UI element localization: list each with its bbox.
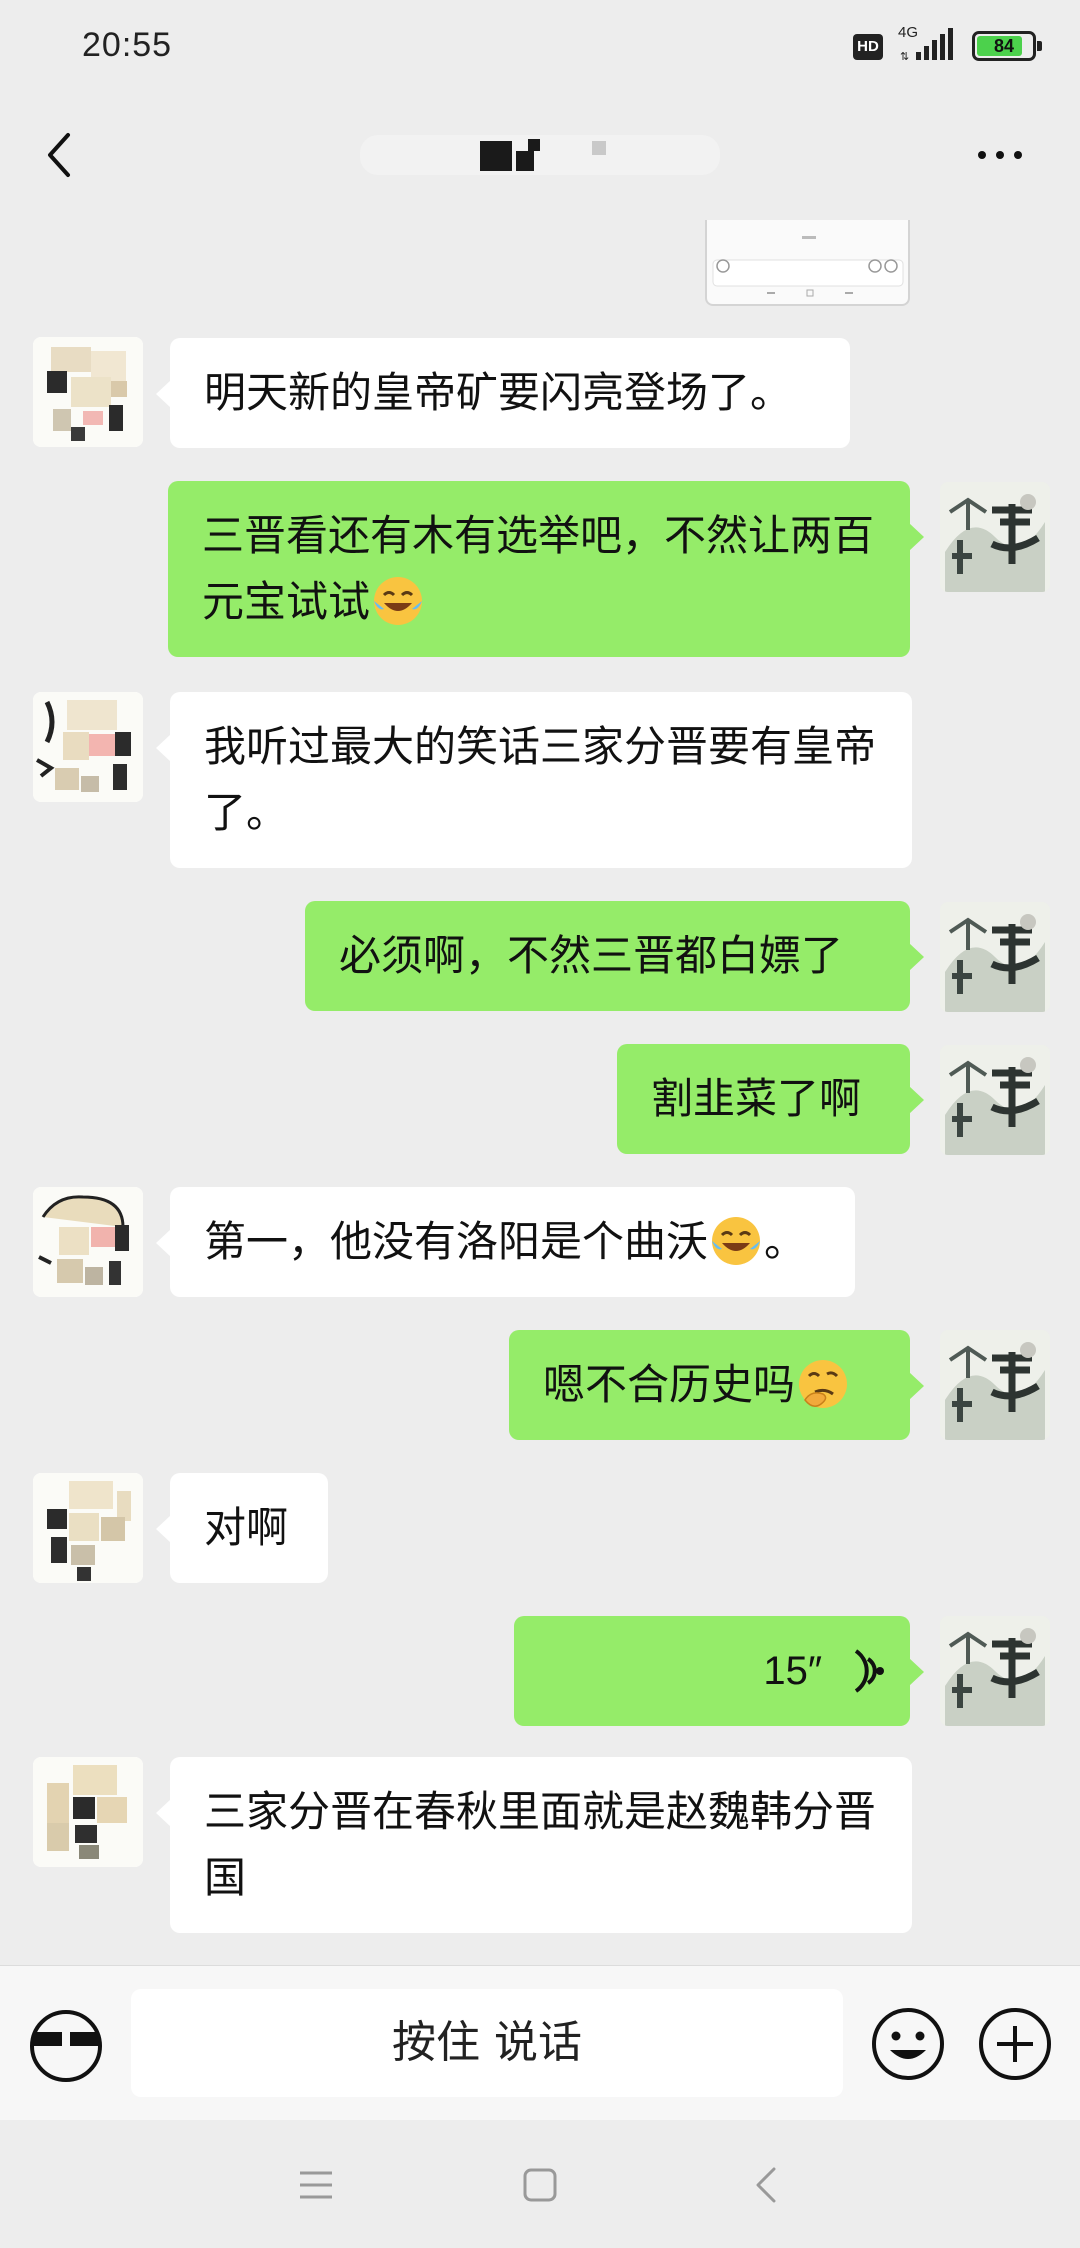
contact-avatar[interactable] [33,1757,143,1867]
message-bubble[interactable]: 第一，他没有洛阳是个曲沃 。 [156,1187,855,1297]
chevron-left-icon [48,133,70,177]
message-text: 对啊 [204,1503,289,1552]
chat-header [0,95,1080,220]
voice-wave-icon [854,1649,884,1693]
voice-duration: 15″ [763,1649,822,1693]
recent-apps-button[interactable] [286,2155,346,2215]
voice-mode-icon [30,2010,102,2082]
plus-circle-icon [979,2008,1051,2080]
message-bubble[interactable]: 对啊 [156,1473,328,1583]
system-back-button[interactable] [736,2155,796,2215]
my-avatar[interactable] [940,482,1050,592]
more-dots-icon [978,151,1022,159]
status-time: 20:55 [82,26,173,64]
my-avatar[interactable] [940,1330,1050,1440]
home-button[interactable] [510,2155,570,2215]
message-bubble[interactable]: 我听过最大的笑话三家分晋要有皇帝了。 [156,692,912,868]
contact-avatar[interactable] [33,692,143,802]
message-bubble[interactable]: 嗯不合历史吗 [509,1330,924,1440]
my-avatar[interactable] [940,1616,1050,1726]
home-square-icon [523,2168,557,2202]
emoji-button[interactable] [868,2004,948,2084]
back-triangle-icon [756,2167,776,2203]
hd-badge: HD [853,34,883,60]
menu-icon [300,2171,332,2199]
more-button[interactable] [970,135,1030,175]
message-text: 明天新的皇帝矿要闪亮登场了。 [204,368,793,417]
voice-message-bubble[interactable]: 15″ [514,1616,924,1726]
system-navigation-bar [0,2120,1080,2248]
message-text: 嗯不合历史吗 [543,1360,796,1409]
thinking-emoji-icon [799,1359,848,1408]
message-text: 三家分晋在春秋里面就是赵魏韩分晋国 [204,1787,877,1902]
crying-laughing-emoji-icon [712,1216,761,1265]
chat-input-bar: 按住 说话 [0,1965,1080,2120]
my-avatar[interactable] [940,1045,1050,1155]
image-message-preview[interactable] [705,220,910,306]
message-list[interactable]: 明天新的皇帝矿要闪亮登场了。 三晋看还有木有选举吧，不然让两百元宝试试 我听过最… [0,220,1080,1965]
message-bubble[interactable]: 三家分晋在春秋里面就是赵魏韩分晋国 [156,1757,912,1933]
status-bar: 20:55 HD 4G ⇅ 84 [0,0,1080,95]
message-text: 我听过最大的笑话三家分晋要有皇帝了。 [204,722,877,837]
message-text: 第一，他没有洛阳是个曲沃 [204,1217,709,1266]
message-text: 三晋看还有木有选举吧，不然让两百元宝试试 [202,511,875,626]
svg-text:⇅: ⇅ [900,50,909,63]
hold-to-talk-button[interactable]: 按住 说话 [131,1989,843,2097]
signal-icon: 4G ⇅ [898,24,960,64]
contact-avatar[interactable] [33,1187,143,1297]
message-text: 必须啊，不然三晋都白嫖了 [339,931,844,980]
back-button[interactable] [38,125,88,185]
message-bubble[interactable]: 必须啊，不然三晋都白嫖了 [305,901,924,1011]
my-avatar[interactable] [940,902,1050,1012]
crying-laughing-emoji-icon [374,576,423,625]
chat-title-obscured [360,135,720,175]
battery-level: 84 [993,36,1015,56]
message-suffix: 。 [764,1217,807,1266]
contact-avatar[interactable] [33,337,143,447]
message-bubble[interactable]: 割韭菜了啊 [617,1044,924,1154]
message-bubble[interactable]: 三晋看还有木有选举吧，不然让两百元宝试试 [168,481,924,657]
message-text: 割韭菜了啊 [651,1074,862,1123]
battery-icon: 84 [972,31,1042,61]
message-bubble[interactable]: 明天新的皇帝矿要闪亮登场了。 [156,338,850,448]
emoji-icon [872,2008,944,2080]
more-functions-button[interactable] [975,2004,1055,2084]
contact-avatar[interactable] [33,1473,143,1583]
voice-mode-button[interactable] [26,2006,106,2086]
